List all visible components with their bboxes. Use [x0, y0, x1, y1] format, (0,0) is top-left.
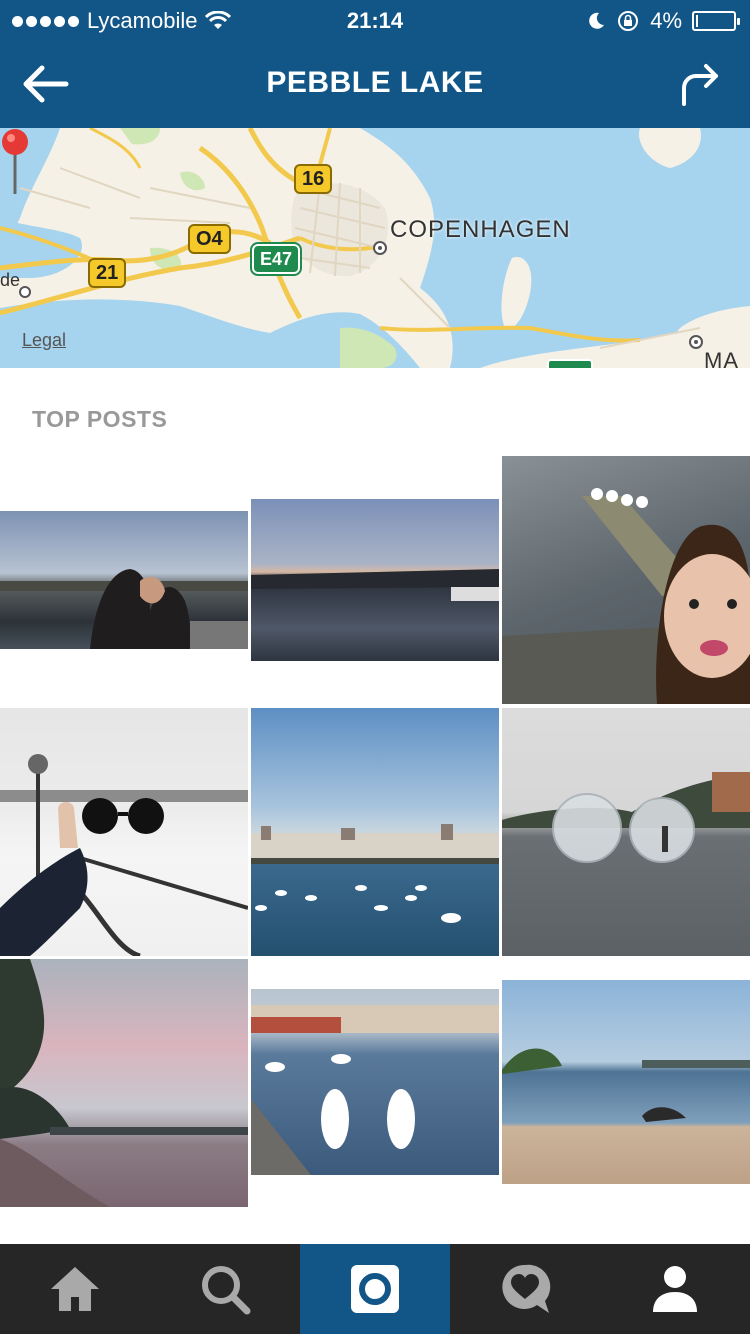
map-legal-link[interactable]: Legal: [22, 330, 66, 351]
post-thumbnail[interactable]: [251, 989, 499, 1175]
moon-icon: [589, 12, 605, 29]
post-thumbnail[interactable]: [502, 708, 750, 956]
navigation-bar: PEBBLE LAKE: [0, 44, 750, 128]
road-badge-16: 16: [294, 164, 333, 194]
post-thumbnail[interactable]: [251, 708, 499, 956]
tab-home[interactable]: [0, 1244, 150, 1334]
search-icon: [202, 1266, 251, 1315]
tab-activity[interactable]: [450, 1244, 600, 1334]
rotation-lock-icon: [618, 11, 639, 31]
map-canvas: de MA: [0, 128, 750, 368]
camera-icon: [351, 1265, 399, 1313]
svg-text:MA: MA: [704, 348, 739, 368]
top-posts-heading: TOP POSTS: [32, 406, 168, 432]
post-image: [251, 569, 499, 601]
top-header: Lycamobile 21:14 4% PEBBLE LAKE: [0, 0, 750, 128]
map-city-label: COPENHAGEN: [390, 216, 571, 243]
post-image: [251, 1005, 499, 1175]
post-thumbnail[interactable]: [0, 511, 248, 649]
post-image: [502, 488, 750, 704]
post-image: [502, 772, 750, 863]
status-bar: Lycamobile 21:14 4%: [0, 0, 750, 40]
road-badge-e47: E47: [252, 244, 301, 274]
post-thumbnail[interactable]: [502, 980, 750, 1184]
tab-profile[interactable]: [600, 1244, 750, 1334]
tab-search[interactable]: [150, 1244, 300, 1334]
post-thumbnail[interactable]: [502, 456, 750, 704]
battery-percent: 4%: [650, 8, 682, 33]
post-image: [0, 754, 248, 956]
home-icon: [51, 1267, 99, 1311]
location-map[interactable]: de MA 16 O4 21 E47 COPENHAGEN Legal: [0, 128, 750, 368]
bottom-tab-bar: [0, 1244, 750, 1334]
tab-camera[interactable]: [300, 1244, 450, 1334]
post-image: [251, 824, 499, 923]
post-thumbnail[interactable]: [0, 959, 248, 1207]
road-badge-o4: O4: [188, 224, 231, 254]
battery-icon: [692, 11, 740, 31]
post-thumbnail[interactable]: [251, 499, 499, 661]
battery-fill: [696, 15, 698, 27]
road-badge-21: 21: [88, 258, 127, 288]
map-pin-icon: [2, 129, 28, 194]
post-image: [0, 959, 248, 1207]
svg-text:de: de: [0, 270, 20, 290]
post-image: [502, 1048, 750, 1122]
post-image: [0, 569, 248, 649]
share-arrow-icon[interactable]: [678, 60, 722, 108]
profile-icon: [653, 1266, 697, 1312]
page-title: PEBBLE LAKE: [266, 66, 484, 99]
activity-heart-icon: [502, 1264, 551, 1313]
post-thumbnail[interactable]: [0, 708, 248, 956]
